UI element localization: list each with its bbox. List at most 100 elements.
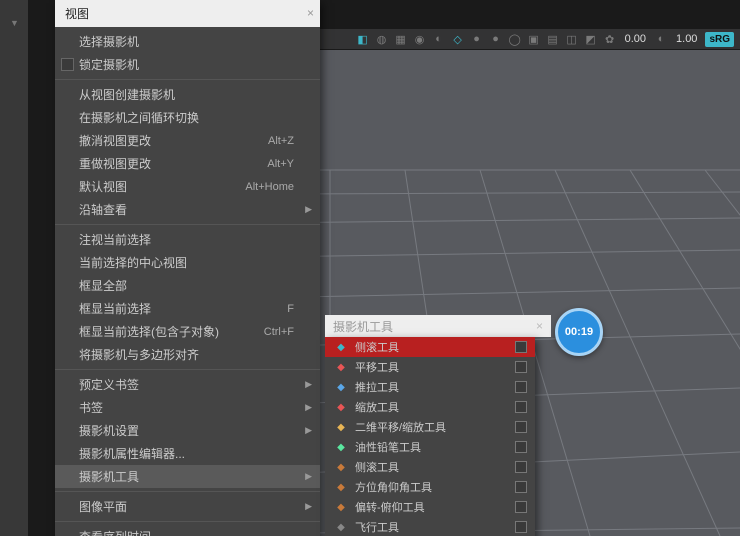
menu-item[interactable]: 摄影机工具▶ [55, 465, 320, 488]
menu-item-label: 在摄影机之间循环切换 [79, 109, 310, 126]
exposure-icon[interactable]: ◐ [654, 32, 668, 46]
menu-item[interactable]: 将摄影机与多边形对齐 [55, 343, 320, 366]
timer-badge: 00:19 [555, 308, 603, 356]
menu-shortcut: Alt+Y [267, 158, 310, 170]
xray-icon[interactable]: ◫ [565, 32, 579, 46]
menu-item-label: 将摄影机与多边形对齐 [79, 346, 310, 363]
menu-item-label: 摄影机设置 [79, 422, 310, 439]
tool-icon: ◆ [333, 500, 349, 514]
menu-item[interactable]: 图像平面▶ [55, 495, 320, 518]
menu-shortcut: Ctrl+F [264, 326, 310, 338]
submenu-item[interactable]: ◆ 侧滚工具 [325, 457, 535, 477]
menu-item[interactable]: 沿轴查看▶ [55, 198, 320, 221]
menu-item[interactable]: 撤消视图更改Alt+Z [55, 129, 320, 152]
gamma-value: 0.00 [622, 33, 649, 45]
tool-icon: ◆ [333, 460, 349, 474]
submenu-item-label: 偏转-俯仰工具 [355, 499, 515, 515]
grid-icon[interactable]: ▦ [394, 32, 408, 46]
chevron-right-icon: ▶ [305, 425, 312, 436]
menu-item[interactable]: 框显当前选择F [55, 297, 320, 320]
submenu-item[interactable]: ◆二维平移/缩放工具 [325, 417, 535, 437]
option-box-icon[interactable] [515, 501, 527, 513]
menu-item-label: 沿轴查看 [79, 201, 310, 218]
menu-item[interactable]: 书签▶ [55, 396, 320, 419]
close-icon[interactable]: × [536, 319, 543, 333]
submenu-title-bar[interactable]: 摄影机工具 × [325, 315, 551, 337]
chevron-right-icon: ▶ [305, 379, 312, 390]
option-box-icon[interactable] [515, 381, 527, 393]
light-icon[interactable]: ◐ [432, 32, 446, 46]
option-box-icon[interactable] [515, 441, 527, 453]
texture-icon[interactable]: ▣ [527, 32, 541, 46]
sphere-icon[interactable]: ◉ [413, 32, 427, 46]
option-box-icon[interactable] [515, 401, 527, 413]
menu-item[interactable]: 当前选择的中心视图 [55, 251, 320, 274]
submenu-item-label: 二维平移/缩放工具 [355, 419, 515, 435]
option-box-icon[interactable] [515, 341, 527, 353]
menu-shortcut: F [287, 303, 310, 315]
menu-item-label: 框显当前选择(包含子对象) [79, 323, 264, 340]
submenu-item-label: 侧滚工具 [355, 459, 515, 475]
option-box-icon[interactable] [515, 481, 527, 493]
timer-value: 00:19 [565, 326, 593, 338]
option-box-icon[interactable] [515, 521, 527, 533]
menu-item[interactable]: 锁定摄影机 [55, 53, 320, 76]
menu-item[interactable]: 注视当前选择 [55, 228, 320, 251]
submenu-item[interactable]: ◆推拉工具 [325, 377, 535, 397]
tool-icon: ◆ [333, 340, 349, 354]
shadow-icon[interactable]: ● [470, 32, 484, 46]
menu-item[interactable]: 重做视图更改Alt+Y [55, 152, 320, 175]
menu-item[interactable]: 选择摄影机 [55, 30, 320, 53]
menu-item[interactable]: 预定义书签▶ [55, 373, 320, 396]
isolate-icon[interactable]: ◩ [584, 32, 598, 46]
submenu-item[interactable]: ◆缩放工具 [325, 397, 535, 417]
ao-icon[interactable]: ● [489, 32, 503, 46]
menu-item[interactable]: 摄影机属性编辑器... [55, 442, 320, 465]
menu-item-label: 默认视图 [79, 178, 245, 195]
gear-icon[interactable]: ✿ [603, 32, 617, 46]
menu-item-label: 图像平面 [79, 498, 310, 515]
submenu-item[interactable]: ◆油性铅笔工具 [325, 437, 535, 457]
submenu-item[interactable]: ◆平移工具 [325, 357, 535, 377]
menu-item-label: 撤消视图更改 [79, 132, 268, 149]
menu-shortcut: Alt+Home [245, 181, 310, 193]
submenu-item[interactable]: ◆侧滚工具 [325, 337, 535, 357]
submenu-item[interactable]: ◆ 偏转-俯仰工具 [325, 497, 535, 517]
globe-icon[interactable]: ◍ [375, 32, 389, 46]
submenu-item-label: 平移工具 [355, 359, 515, 375]
menu-item-label: 框显全部 [79, 277, 310, 294]
menu-item[interactable]: 框显全部 [55, 274, 320, 297]
menu-item[interactable]: 查看序列时间 [55, 525, 320, 536]
left-panel: ▼ [0, 0, 28, 536]
menu-item[interactable]: 摄影机设置▶ [55, 419, 320, 442]
menu-title-bar[interactable]: 视图 × [55, 0, 320, 27]
submenu-item[interactable]: ◆飞行工具 [325, 517, 535, 536]
menu-item-label: 书签 [79, 399, 310, 416]
checkbox-icon[interactable] [61, 58, 74, 71]
submenu-item[interactable]: ◆方位角仰角工具 [325, 477, 535, 497]
menu-item[interactable]: 从视图创建摄影机 [55, 83, 320, 106]
cube-icon[interactable]: ◧ [356, 32, 370, 46]
chevron-right-icon: ▶ [305, 402, 312, 413]
menu-item-label: 查看序列时间 [79, 528, 310, 536]
bulb-icon[interactable]: ◇ [451, 32, 465, 46]
chevron-down-icon[interactable]: ▼ [10, 18, 19, 28]
colorspace-badge[interactable]: sRG [705, 32, 734, 47]
menu-item[interactable]: 在摄影机之间循环切换 [55, 106, 320, 129]
menu-item[interactable]: 框显当前选择(包含子对象)Ctrl+F [55, 320, 320, 343]
wireframe-icon[interactable]: ▤ [546, 32, 560, 46]
close-icon[interactable]: × [307, 6, 314, 20]
chevron-right-icon: ▶ [305, 501, 312, 512]
tool-icon: ◆ [333, 440, 349, 454]
tool-icon: ◆ [333, 380, 349, 394]
tool-icon: ◆ [333, 400, 349, 414]
menu-item-label: 摄影机属性编辑器... [79, 445, 310, 462]
option-box-icon[interactable] [515, 361, 527, 373]
option-box-icon[interactable] [515, 461, 527, 473]
menu-item-label: 预定义书签 [79, 376, 310, 393]
motion-icon[interactable]: ◯ [508, 32, 522, 46]
option-box-icon[interactable] [515, 421, 527, 433]
menu-item[interactable]: 默认视图Alt+Home [55, 175, 320, 198]
submenu-title: 摄影机工具 [333, 318, 536, 335]
submenu-item-label: 方位角仰角工具 [355, 479, 515, 495]
